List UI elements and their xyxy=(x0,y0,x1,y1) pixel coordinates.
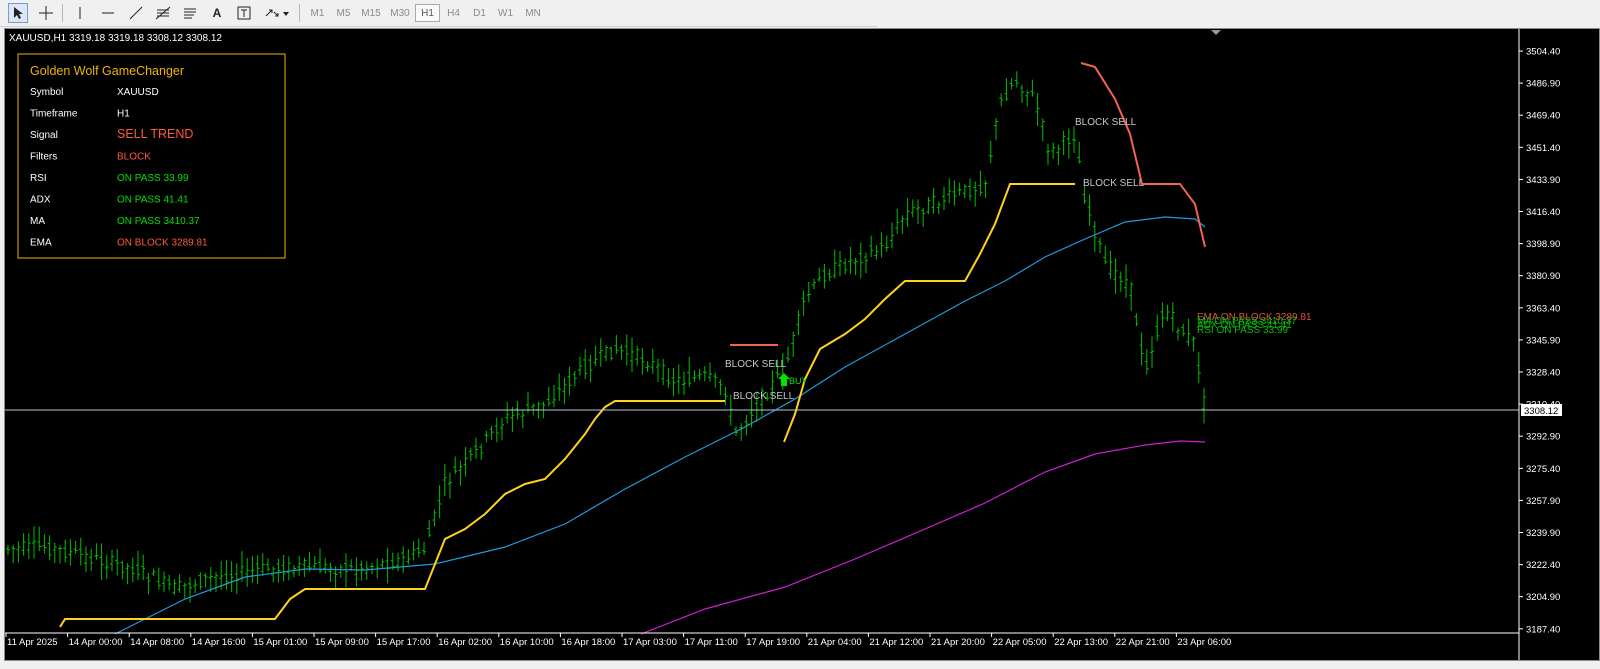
price-axis-label: 3222.40 xyxy=(1526,560,1560,571)
buy-label: BUY xyxy=(789,376,808,386)
price-axis-label: 3398.90 xyxy=(1526,239,1560,250)
panel-row-value: ON BLOCK 3289.81 xyxy=(117,238,208,249)
price-axis-label: 3292.90 xyxy=(1526,432,1560,443)
panel-row-label: Timeframe xyxy=(30,109,78,120)
panel-row-value: BLOCK xyxy=(117,152,151,163)
time-axis-label: 17 Apr 03:00 xyxy=(623,637,677,648)
toolbar-divider xyxy=(62,4,63,22)
chart-canvas[interactable]: XAUUSD,H1 3319.18 3319.18 3308.12 3308.1… xyxy=(5,29,1600,661)
annotations-layer: BLOCK SELL BLOCK SELL BLOCK SELL BLOCK S… xyxy=(725,117,1312,402)
price-axis-label: 3363.40 xyxy=(1526,303,1560,314)
timeframe-h4-button[interactable]: H4 xyxy=(441,4,466,22)
panel-row-value: XAUUSD xyxy=(117,87,159,98)
candles-layer xyxy=(6,71,1206,603)
time-axis-label: 16 Apr 18:00 xyxy=(561,637,615,648)
time-axis-label: 17 Apr 19:00 xyxy=(746,637,800,648)
timeframe-mn-button[interactable]: MN xyxy=(519,4,547,22)
time-axis-label: 15 Apr 01:00 xyxy=(253,637,307,648)
timeframe-m5-button[interactable]: M5 xyxy=(331,4,356,22)
current-price-tag: 3308.12 xyxy=(1521,404,1562,417)
time-axis-label: 16 Apr 02:00 xyxy=(438,637,492,648)
panel-row-label: Filters xyxy=(30,152,57,163)
time-axis-label: 15 Apr 09:00 xyxy=(315,637,369,648)
rsi-status-label: RSI ON PASS 33.99 xyxy=(1197,325,1288,336)
info-panel: Golden Wolf GameChanger Symbol XAUUSD Time… xyxy=(17,53,286,259)
text-label-icon[interactable] xyxy=(234,3,254,23)
price-axis-label: 3486.90 xyxy=(1526,79,1560,90)
time-axis-label: 21 Apr 04:00 xyxy=(808,637,862,648)
trendline-icon[interactable] xyxy=(126,3,146,23)
time-axis-label: 22 Apr 13:00 xyxy=(1054,637,1108,648)
panel-row-label: MA xyxy=(30,216,45,227)
panel-row-value: H1 xyxy=(117,109,130,120)
cursor-icon[interactable] xyxy=(8,3,28,23)
block-sell-label: BLOCK SELL xyxy=(1083,178,1145,189)
timeframe-d1-button[interactable]: D1 xyxy=(467,4,492,22)
timeframe-m15-button[interactable]: M15 xyxy=(357,4,385,22)
ema-line xyxy=(640,440,1206,635)
time-axis-label: 14 Apr 16:00 xyxy=(192,637,246,648)
current-price-value: 3308.12 xyxy=(1524,406,1558,417)
panel-row-label: EMA xyxy=(30,238,52,249)
toolbar-divider xyxy=(299,4,300,22)
price-axis-label: 3239.90 xyxy=(1526,528,1560,539)
block-sell-label: BLOCK SELL xyxy=(725,359,787,370)
supertrend-up-line xyxy=(783,183,1075,443)
timeframe-w1-button[interactable]: W1 xyxy=(493,4,518,22)
chart-shift-marker[interactable] xyxy=(1211,30,1221,35)
price-axis-label: 3187.40 xyxy=(1526,624,1560,635)
time-axis-label: 21 Apr 12:00 xyxy=(869,637,923,648)
equidistant-channel-icon[interactable] xyxy=(180,3,200,23)
timeframe-h1-button[interactable]: H1 xyxy=(415,4,440,22)
time-axis-label: 21 Apr 20:00 xyxy=(931,637,985,648)
timeframe-m30-button[interactable]: M30 xyxy=(386,4,414,22)
supertrend-up-line xyxy=(59,400,725,628)
time-axis-label: 17 Apr 11:00 xyxy=(685,637,738,648)
price-axis-label: 3433.90 xyxy=(1526,175,1560,186)
panel-row-label: Symbol xyxy=(30,87,63,98)
time-axis-label: 23 Apr 06:00 xyxy=(1177,637,1231,648)
toolbar: A M1 M5 M15 M30 H1 H4 D1 W1 MN xyxy=(0,0,878,27)
time-axis-label: 14 Apr 00:00 xyxy=(69,637,123,648)
price-axis-label: 3345.90 xyxy=(1526,335,1560,346)
panel-row-value: SELL TREND xyxy=(117,127,193,141)
price-axis-label: 3275.40 xyxy=(1526,464,1560,475)
time-axis-label: 15 Apr 17:00 xyxy=(377,637,431,648)
price-axis-label: 3504.40 xyxy=(1526,47,1560,58)
time-axis-label: 22 Apr 21:00 xyxy=(1116,637,1170,648)
time-axis-label: 22 Apr 05:00 xyxy=(993,637,1047,648)
timeframe-m1-button[interactable]: M1 xyxy=(305,4,330,22)
text-icon[interactable]: A xyxy=(207,3,227,23)
horizontal-line-icon[interactable] xyxy=(98,3,118,23)
time-axis-label: 11 Apr 2025 xyxy=(7,637,58,648)
panel-row-value: ON PASS 3410.37 xyxy=(117,216,200,227)
panel-row-value: ON PASS 33.99 xyxy=(117,173,189,184)
price-axis-label: 3451.40 xyxy=(1526,143,1560,154)
price-axis-label: 3204.90 xyxy=(1526,592,1560,603)
panel-title: Golden Wolf GameChanger xyxy=(30,64,184,78)
crosshair-icon[interactable] xyxy=(36,3,56,23)
panel-row-label: RSI xyxy=(30,173,47,184)
panel-row-value: ON PASS 41.41 xyxy=(117,195,189,206)
price-axis[interactable]: 3504.40 3486.90 3469.40 3451.40 3433.90 3416.… xyxy=(1518,29,1560,661)
price-axis-label: 3328.40 xyxy=(1526,368,1560,379)
vertical-line-icon[interactable] xyxy=(70,3,90,23)
status-bar xyxy=(0,661,1600,669)
price-axis-label: 3469.40 xyxy=(1526,111,1560,122)
price-axis-label: 3257.90 xyxy=(1526,496,1560,507)
chart-header: XAUUSD,H1 3319.18 3319.18 3308.12 3308.1… xyxy=(9,33,222,44)
panel-row-label: ADX xyxy=(30,195,51,206)
time-axis[interactable]: 11 Apr 2025 14 Apr 00:00 14 Apr 08:00 14 Ap… xyxy=(5,632,1519,648)
block-sell-label: BLOCK SELL xyxy=(733,391,795,402)
panel-row-label: Signal xyxy=(30,130,58,141)
arrows-dropdown-icon[interactable] xyxy=(262,3,292,23)
block-sell-label: BLOCK SELL xyxy=(1075,117,1137,128)
info-panel-border xyxy=(17,53,286,259)
time-axis-label: 16 Apr 10:00 xyxy=(500,637,554,648)
price-axis-label: 3416.40 xyxy=(1526,207,1560,218)
price-axis-label: 3380.90 xyxy=(1526,271,1560,282)
fibonacci-icon[interactable] xyxy=(153,3,173,23)
time-axis-label: 14 Apr 08:00 xyxy=(130,637,184,648)
price-chart[interactable]: XAUUSD,H1 3319.18 3319.18 3308.12 3308.1… xyxy=(4,28,1600,661)
